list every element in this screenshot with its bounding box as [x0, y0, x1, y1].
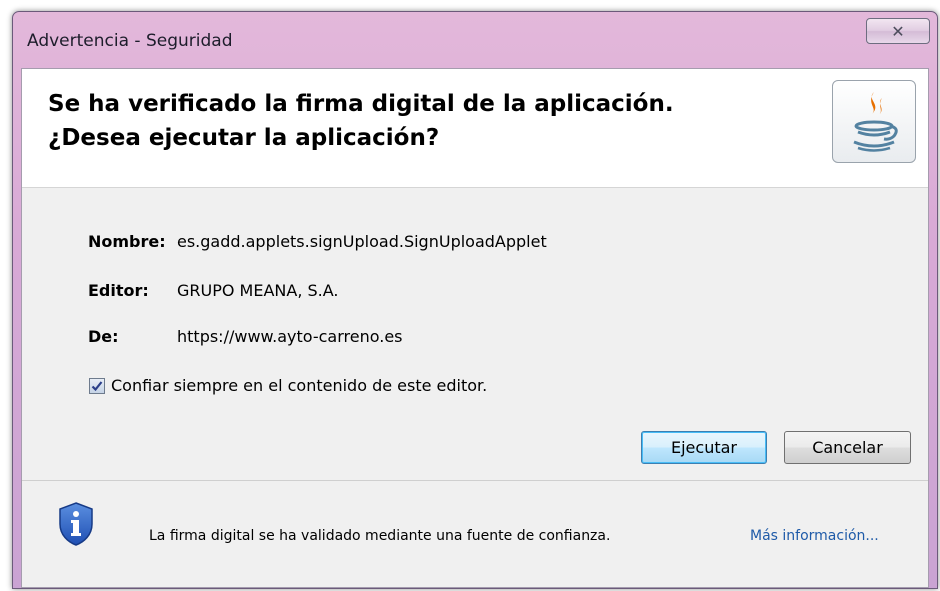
- trust-publisher-label[interactable]: Confiar siempre en el contenido de este …: [111, 376, 487, 395]
- name-label: Nombre:: [88, 232, 166, 251]
- run-button[interactable]: Ejecutar: [641, 431, 767, 464]
- security-warning-dialog: Advertencia - Seguridad ✕ Se ha verifica…: [12, 11, 938, 589]
- from-label: De:: [88, 327, 119, 346]
- dialog-heading: Se ha verificado la firma digital de la …: [48, 87, 674, 155]
- dialog-body: Se ha verificado la firma digital de la …: [21, 68, 929, 588]
- dialog-header: Se ha verificado la firma digital de la …: [22, 69, 928, 188]
- window-title: Advertencia - Seguridad: [27, 31, 233, 51]
- heading-line-1: Se ha verificado la firma digital de la …: [48, 91, 674, 117]
- checkmark-icon: [91, 381, 103, 392]
- cancel-button[interactable]: Cancelar: [784, 431, 911, 464]
- close-button[interactable]: ✕: [866, 18, 930, 44]
- publisher-label: Editor:: [88, 281, 149, 300]
- signature-status-text: La firma digital se ha validado mediante…: [149, 528, 611, 544]
- heading-line-2: ¿Desea ejecutar la aplicación?: [48, 125, 440, 151]
- name-value: es.gadd.applets.signUpload.SignUploadApp…: [177, 232, 547, 251]
- footer-divider: [22, 480, 928, 481]
- trust-publisher-checkbox[interactable]: [89, 378, 105, 394]
- more-info-link[interactable]: Más información...: [750, 528, 879, 544]
- title-bar[interactable]: Advertencia - Seguridad ✕: [13, 12, 937, 68]
- publisher-value: GRUPO MEANA, S.A.: [177, 281, 339, 300]
- java-logo-icon: [832, 80, 916, 163]
- info-shield-icon: [59, 502, 93, 546]
- from-value: https://www.ayto-carreno.es: [177, 327, 403, 346]
- close-icon: ✕: [891, 21, 905, 41]
